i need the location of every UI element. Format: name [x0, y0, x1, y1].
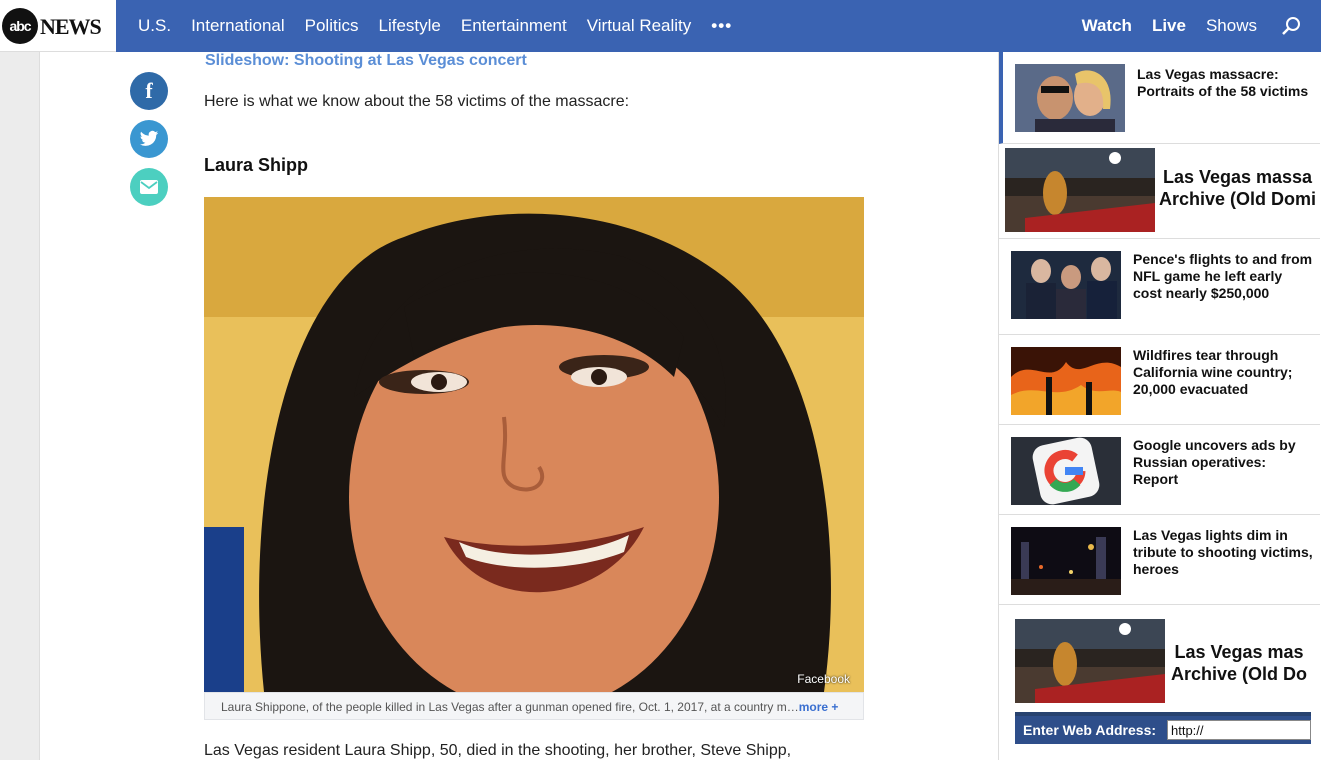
nav-live[interactable]: Live — [1152, 16, 1186, 36]
sidebar-item[interactable]: Las Vegas massacre: Portraits of the 58 … — [999, 52, 1320, 144]
web-address-input[interactable] — [1167, 720, 1311, 740]
ad-title-2: Las Vegas mas Archive (Old Do — [1170, 642, 1308, 684]
nav-watch[interactable]: Watch — [1082, 16, 1132, 36]
top-nav-bar: abc NEWS U.S. International Politics Lif… — [0, 0, 1321, 52]
sidebar-title: Google uncovers ads by Russian operative… — [1133, 437, 1296, 487]
photo-credit: Facebook — [797, 672, 850, 686]
nav-entertainment[interactable]: Entertainment — [461, 16, 567, 36]
search-icon[interactable] — [1281, 16, 1301, 36]
nav-us[interactable]: U.S. — [138, 16, 171, 36]
caption-more-button[interactable]: more + — [799, 700, 839, 714]
facebook-icon: f — [145, 78, 153, 103]
nav-more-button[interactable]: ••• — [711, 16, 732, 36]
abc-logo-circle: abc — [2, 8, 38, 44]
twitter-icon — [139, 130, 159, 146]
sidebar-title: Las Vegas massacre: Portraits of the 58 … — [1137, 66, 1309, 99]
sidebar-thumbnail — [1011, 437, 1121, 505]
facebook-share-button[interactable]: f — [130, 72, 168, 110]
sidebar-thumbnail — [1011, 251, 1121, 319]
vegas-lights-thumbnail — [1011, 527, 1121, 595]
nav-right: Watch Live Shows — [1062, 0, 1301, 52]
web-address-bar: Enter Web Address: — [1015, 712, 1311, 744]
nav-international[interactable]: International — [191, 16, 285, 36]
nav-lifestyle[interactable]: Lifestyle — [379, 16, 441, 36]
ad-thumbnail — [1005, 148, 1155, 232]
sidebar-title: Las Vegas lights dim in tribute to shoot… — [1133, 527, 1313, 577]
twitter-share-button[interactable] — [130, 120, 168, 158]
article-intro: Here is what we know about the 58 victim… — [204, 93, 630, 110]
concert-scene-image — [1015, 619, 1165, 703]
sidebar-title: Wildfires tear through California wine c… — [1133, 347, 1293, 397]
ad-thumbnail[interactable] — [1015, 619, 1165, 703]
portrait-image — [204, 197, 864, 692]
news-logo-text: NEWS — [40, 14, 102, 39]
left-gutter — [0, 52, 40, 760]
sidebar-title: Pence's flights to and from NFL game he … — [1133, 251, 1313, 301]
slideshow-link[interactable]: Slideshow: Shooting at Las Vegas concert — [205, 52, 527, 70]
email-icon — [140, 180, 158, 194]
sidebar-item[interactable]: Wildfires tear through California wine c… — [999, 335, 1320, 425]
related-sidebar: Las Vegas massacre: Portraits of the 58 … — [998, 52, 1321, 760]
sidebar-item[interactable]: Las Vegas lights dim in tribute to shoot… — [999, 515, 1320, 605]
ad-title: Las Vegas massa Archive (Old Domi — [1159, 167, 1317, 209]
sidebar-thumbnail — [1015, 64, 1125, 132]
sidebar-item[interactable]: Pence's flights to and from NFL game he … — [999, 239, 1320, 335]
web-address-label: Enter Web Address: — [1023, 722, 1157, 738]
sidebar-thumbnail — [1011, 527, 1121, 595]
concert-scene-image — [1005, 148, 1155, 232]
victim-name-heading: Laura Shipp — [204, 155, 309, 175]
nav-politics[interactable]: Politics — [305, 16, 359, 36]
nav-shows[interactable]: Shows — [1206, 16, 1257, 36]
article-body-text: Las Vegas resident Laura Shipp, 50, died… — [204, 742, 792, 759]
victim-photo[interactable]: Facebook — [204, 197, 864, 692]
nav-virtual-reality[interactable]: Virtual Reality — [587, 16, 692, 36]
caption-text: Laura Shippone, of the people killed in … — [221, 700, 799, 714]
sidebar-thumbnail — [1011, 347, 1121, 415]
email-share-button[interactable] — [130, 168, 168, 206]
google-logo-thumbnail — [1011, 437, 1121, 505]
section-nav: U.S. International Politics Lifestyle En… — [138, 0, 752, 52]
photo-caption: Laura Shippone, of the people killed in … — [204, 692, 864, 720]
sidebar-ad[interactable]: Las Vegas massa Archive (Old Domi — [999, 144, 1320, 239]
sidebar-item[interactable]: Google uncovers ads by Russian operative… — [999, 425, 1320, 515]
abc-news-logo[interactable]: abc NEWS — [0, 0, 116, 52]
pence-thumbnail — [1011, 251, 1121, 319]
wildfire-thumbnail — [1011, 347, 1121, 415]
couple-thumbnail — [1015, 64, 1125, 132]
